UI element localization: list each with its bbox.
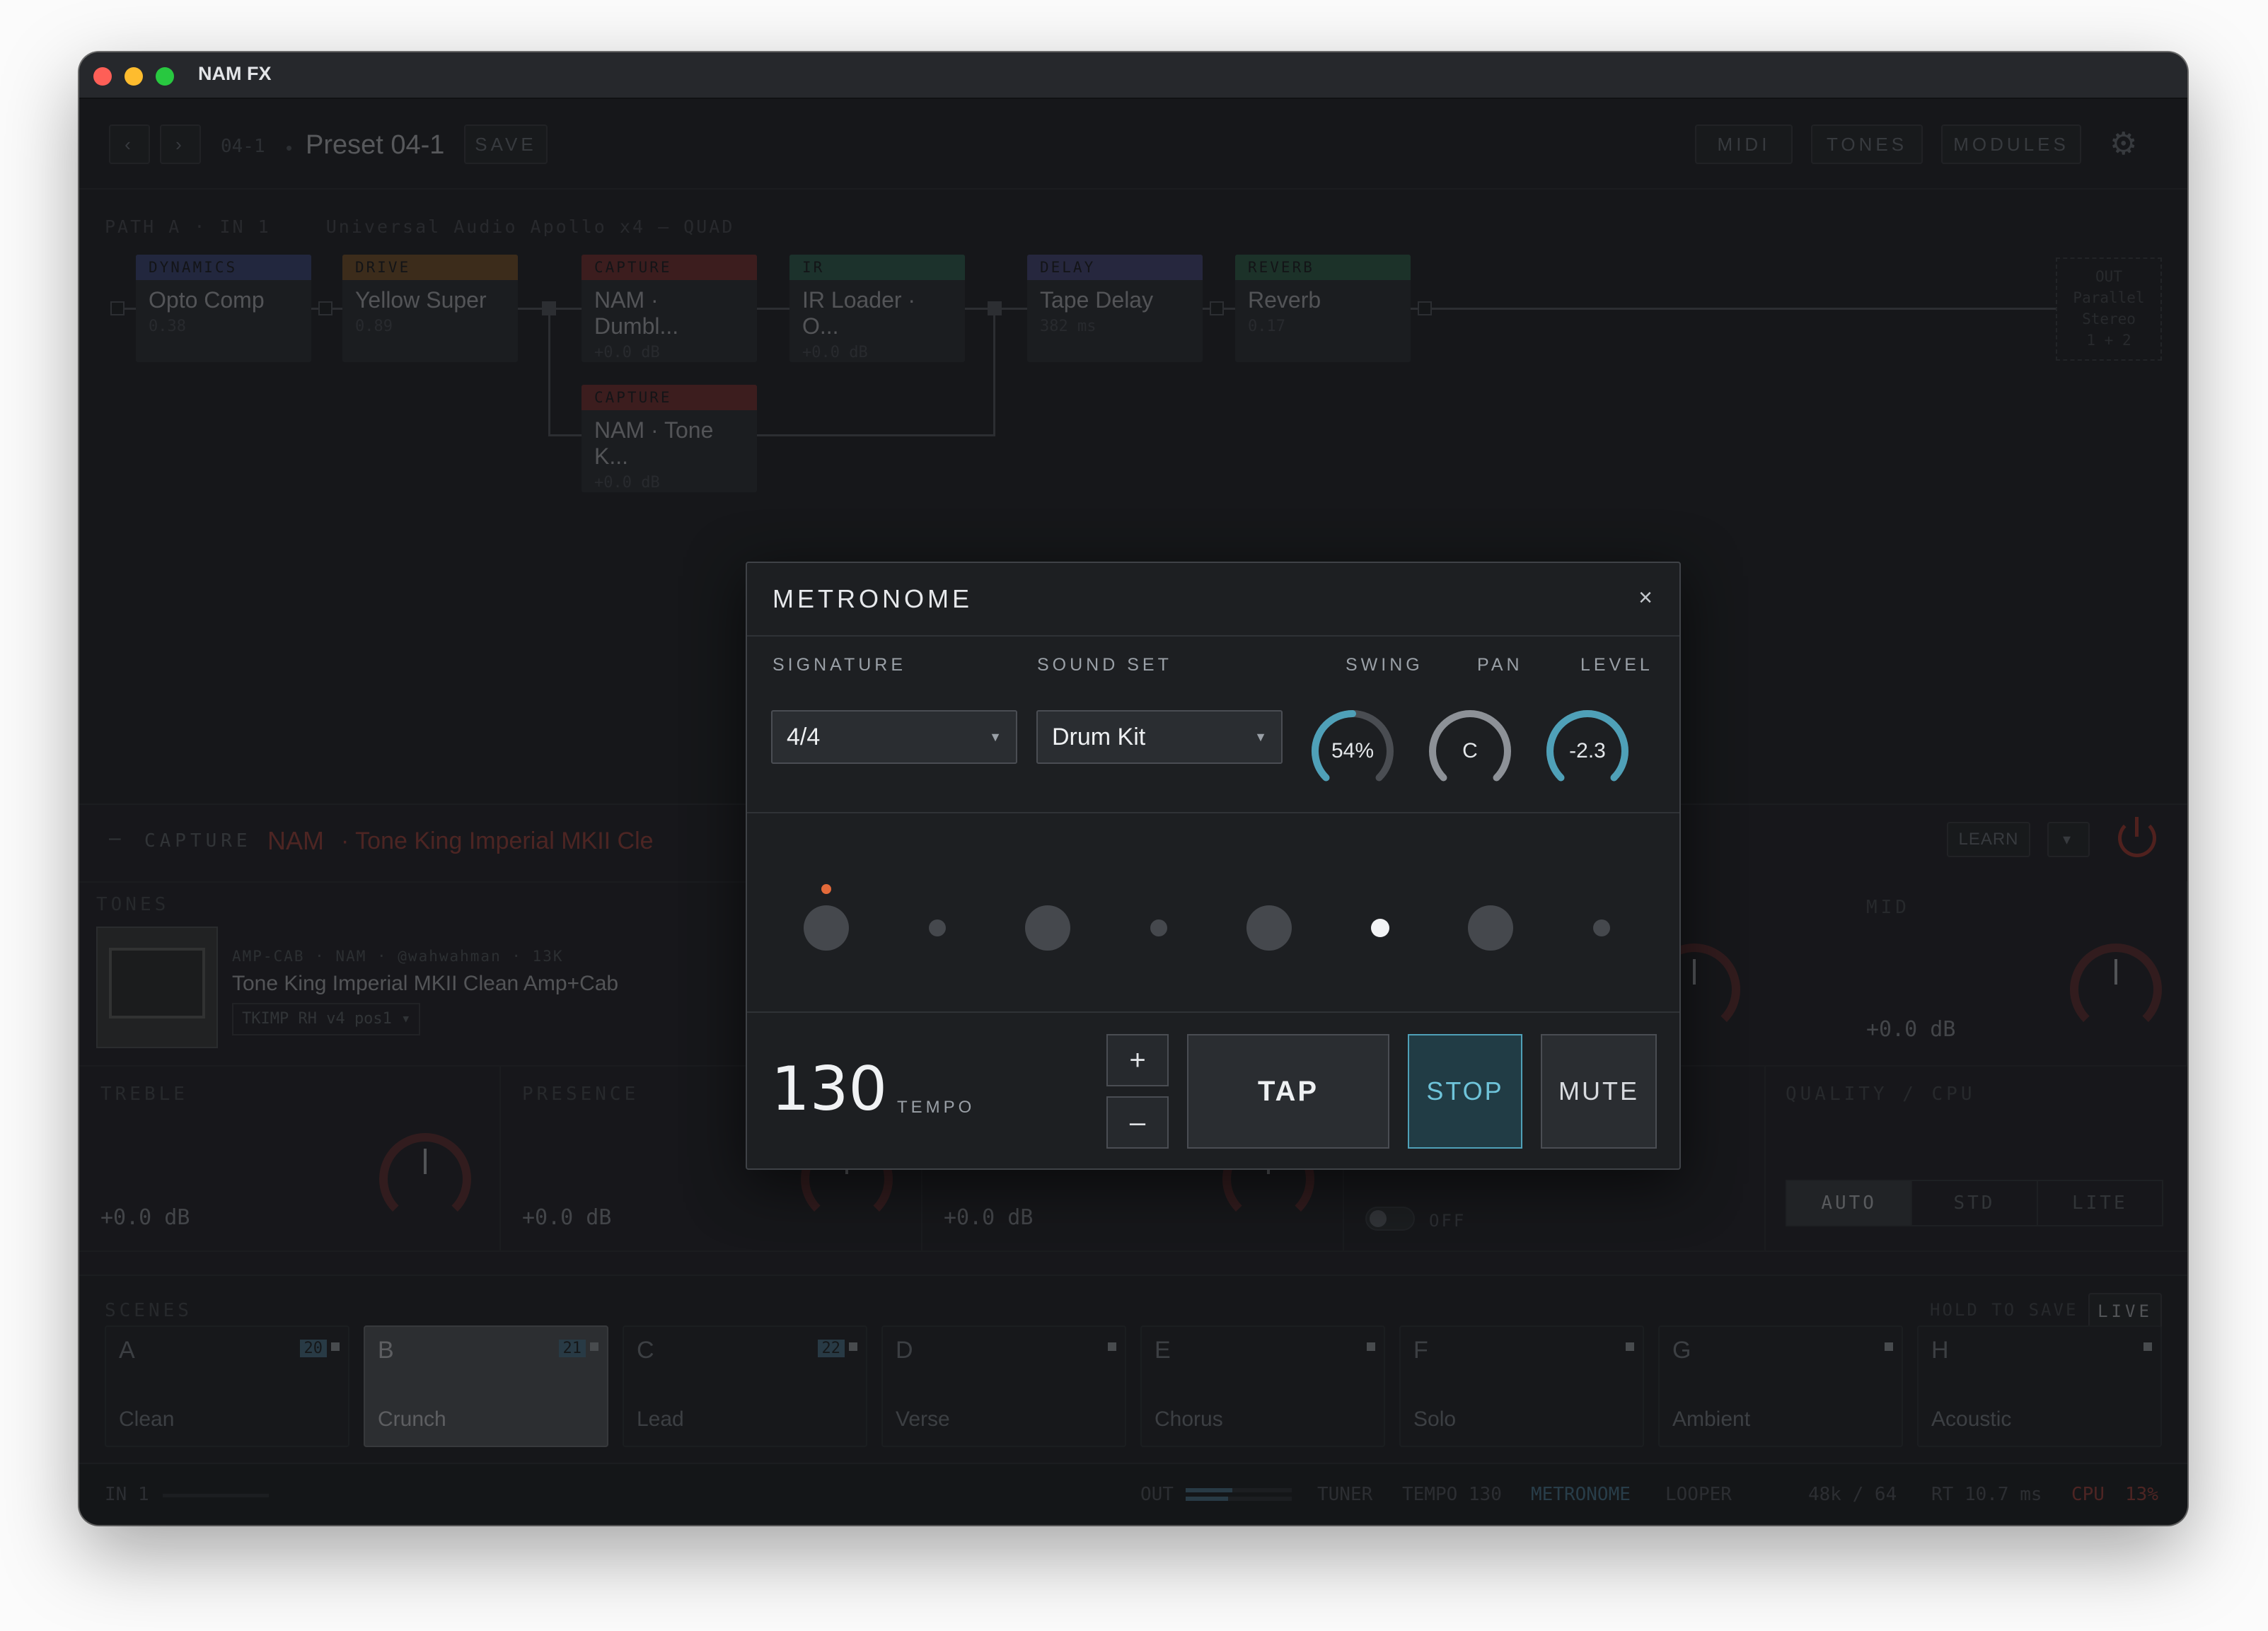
tempo-increase-button[interactable]: +	[1106, 1034, 1169, 1086]
swing-label: SWING	[1346, 655, 1423, 675]
minimize-window-button[interactable]	[125, 67, 143, 86]
level-knob[interactable]: -2.3	[1541, 704, 1634, 798]
beat-dot[interactable]	[1592, 919, 1610, 936]
chevron-down-icon: ▼	[989, 729, 1002, 744]
swing-value: 54%	[1331, 739, 1375, 762]
signature-value: 4/4	[787, 723, 821, 750]
signature-label: SIGNATURE	[773, 655, 906, 675]
tap-button[interactable]: TAP	[1187, 1034, 1389, 1149]
dialog-title: METRONOME	[773, 584, 973, 613]
metronome-dialog: METRONOME × SIGNATURE SOUND SET SWING PA…	[746, 562, 1681, 1170]
pan-label: PAN	[1477, 655, 1523, 675]
accent-marker	[821, 884, 831, 894]
beat-indicator	[747, 812, 1679, 1013]
tempo-decrease-button[interactable]: –	[1106, 1096, 1169, 1149]
stop-button[interactable]: STOP	[1408, 1034, 1522, 1149]
tempo-label: TEMPO	[897, 1098, 976, 1117]
beat-dot[interactable]	[1150, 919, 1167, 936]
signature-select[interactable]: 4/4 ▼	[771, 710, 1017, 764]
dialog-header: METRONOME ×	[747, 563, 1679, 637]
swing-knob[interactable]: 54%	[1306, 704, 1399, 798]
app-window: NAM FX ‹ › SAVE MIDI TONES MODULES ⚙ 04-…	[79, 52, 2187, 1525]
level-value: -2.3	[1569, 739, 1606, 762]
sound-set-value: Drum Kit	[1052, 723, 1146, 750]
mute-button[interactable]: MUTE	[1541, 1034, 1657, 1149]
zoom-window-button[interactable]	[156, 67, 174, 86]
pan-value: C	[1462, 739, 1478, 762]
close-icon[interactable]: ×	[1638, 584, 1653, 612]
title-bar: NAM FX	[79, 52, 2187, 99]
pan-knob[interactable]: C	[1423, 704, 1517, 798]
sound-set-label: SOUND SET	[1037, 655, 1172, 675]
window-title: NAM FX	[198, 63, 272, 84]
close-window-button[interactable]	[93, 67, 112, 86]
tempo-value[interactable]: 130	[771, 1054, 887, 1125]
level-label: LEVEL	[1580, 655, 1653, 675]
beat-dot[interactable]	[1468, 905, 1513, 951]
beat-dot[interactable]	[1246, 905, 1292, 951]
chevron-down-icon: ▼	[1254, 729, 1267, 744]
beat-dot[interactable]	[1025, 905, 1070, 951]
sound-set-select[interactable]: Drum Kit ▼	[1036, 710, 1283, 764]
beat-dot[interactable]	[928, 919, 946, 936]
beat-dot[interactable]	[804, 905, 849, 951]
beat-dot[interactable]	[1370, 919, 1389, 937]
